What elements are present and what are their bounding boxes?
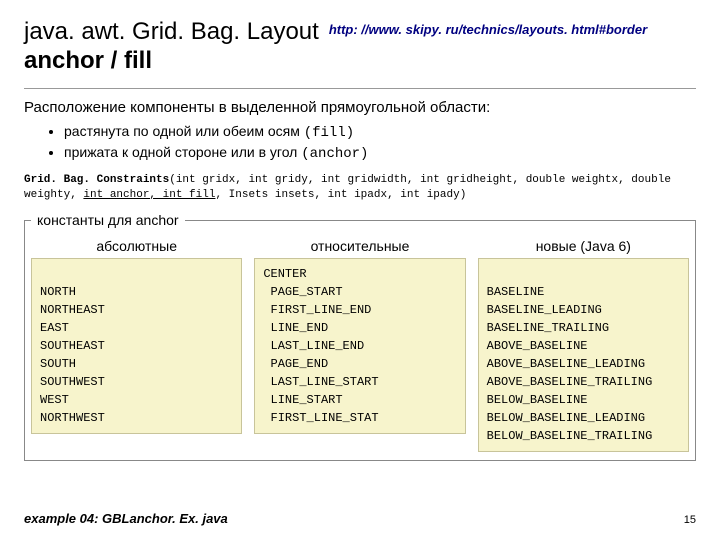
column-java6: новые (Java 6) BASELINE BASELINE_LEADING… xyxy=(478,238,689,452)
title-line-1: java. awt. Grid. Bag. Layout xyxy=(24,18,319,45)
constants-listbox: NORTH NORTHEAST EAST SOUTHEAST SOUTH SOU… xyxy=(31,258,242,434)
example-reference: example 04: GBLanchor. Ex. java xyxy=(24,511,228,526)
page-number: 15 xyxy=(684,514,696,526)
reference-url: http: //www. skipy. ru/technics/layouts.… xyxy=(329,22,647,37)
bullet-list: растянута по одной или обеим осям (fill)… xyxy=(64,122,696,165)
title-line-2: anchor / fill xyxy=(24,47,152,74)
page-title: java. awt. Grid. Bag. Layout anchor / fi… xyxy=(24,18,319,76)
list-item: растянута по одной или обеим осям (fill) xyxy=(64,122,696,144)
list-item: прижата к одной стороне или в угол (anch… xyxy=(64,143,696,165)
column-absolute: абсолютные NORTH NORTHEAST EAST SOUTHEAS… xyxy=(31,238,242,452)
constants-legend: константы для anchor xyxy=(31,212,185,228)
column-heading: относительные xyxy=(254,238,465,254)
column-heading: абсолютные xyxy=(31,238,242,254)
constructor-signature: Grid. Bag. Constraints(int gridx, int gr… xyxy=(24,173,696,203)
constants-listbox: CENTER PAGE_START FIRST_LINE_END LINE_EN… xyxy=(254,258,465,434)
constants-listbox: BASELINE BASELINE_LEADING BASELINE_TRAIL… xyxy=(478,258,689,452)
divider xyxy=(24,88,696,89)
constants-columns: абсолютные NORTH NORTHEAST EAST SOUTHEAS… xyxy=(31,238,689,452)
subheading: Расположение компоненты в выделенной пря… xyxy=(24,99,696,116)
header: java. awt. Grid. Bag. Layout anchor / fi… xyxy=(24,18,696,76)
constants-group: константы для anchor абсолютные NORTH NO… xyxy=(24,212,696,461)
column-relative: относительные CENTER PAGE_START FIRST_LI… xyxy=(254,238,465,452)
column-heading: новые (Java 6) xyxy=(478,238,689,254)
